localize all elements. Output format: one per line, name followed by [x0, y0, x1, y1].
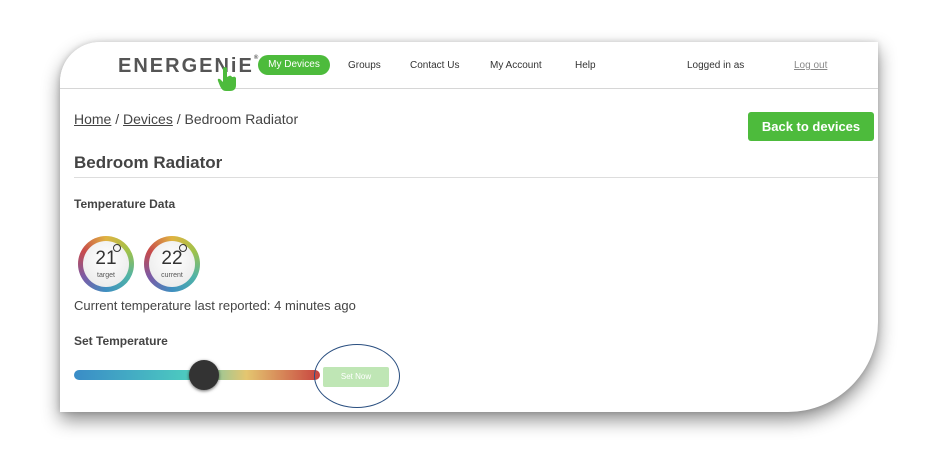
temperature-slider-thumb[interactable]	[189, 360, 220, 390]
top-nav: ENERGENiE® My Devices Groups Contact Us …	[60, 42, 878, 91]
nav-help[interactable]: Help	[575, 60, 596, 71]
current-temperature-dial: 22 current	[144, 236, 200, 292]
target-label: target	[97, 272, 115, 279]
breadcrumb-current: Bedroom Radiator	[184, 111, 299, 127]
title-divider	[74, 177, 878, 178]
set-temperature-heading: Set Temperature	[74, 334, 168, 348]
logout-link[interactable]: Log out	[794, 60, 827, 71]
breadcrumb-separator: /	[111, 111, 124, 127]
nav-contact-us[interactable]: Contact Us	[410, 60, 459, 71]
current-label: current	[161, 272, 183, 279]
breadcrumb-separator: /	[172, 111, 185, 127]
back-to-devices-button[interactable]: Back to devices	[748, 112, 874, 141]
dial-face: 21 target	[83, 241, 129, 287]
logo-mark: ®	[253, 55, 259, 61]
breadcrumb: Home / Devices / Bedroom Radiator	[74, 111, 298, 127]
current-temperature-value: 22	[161, 248, 183, 269]
breadcrumb-home[interactable]: Home	[74, 111, 111, 127]
page-title: Bedroom Radiator	[74, 153, 223, 172]
target-temperature-value: 21	[95, 248, 117, 269]
highlight-circle-annotation	[314, 344, 400, 408]
pointing-hand-icon	[217, 67, 236, 91]
logo-text: ENERGEN	[118, 55, 231, 77]
target-temperature-dial: 21 target	[78, 236, 134, 292]
nav-my-account[interactable]: My Account	[490, 60, 542, 71]
degree-icon	[179, 244, 187, 252]
nav-groups[interactable]: Groups	[348, 60, 381, 71]
dial-face: 22 current	[149, 241, 195, 287]
last-reported-text: Current temperature last reported: 4 min…	[74, 298, 356, 313]
breadcrumb-devices[interactable]: Devices	[123, 111, 173, 127]
logo-end: E	[238, 55, 254, 77]
nav-my-devices[interactable]: My Devices	[258, 55, 330, 75]
logged-in-label: Logged in as	[687, 60, 745, 71]
temperature-data-heading: Temperature Data	[74, 197, 176, 211]
degree-icon	[113, 244, 121, 252]
page-card: ENERGENiE® My Devices Groups Contact Us …	[60, 42, 878, 412]
